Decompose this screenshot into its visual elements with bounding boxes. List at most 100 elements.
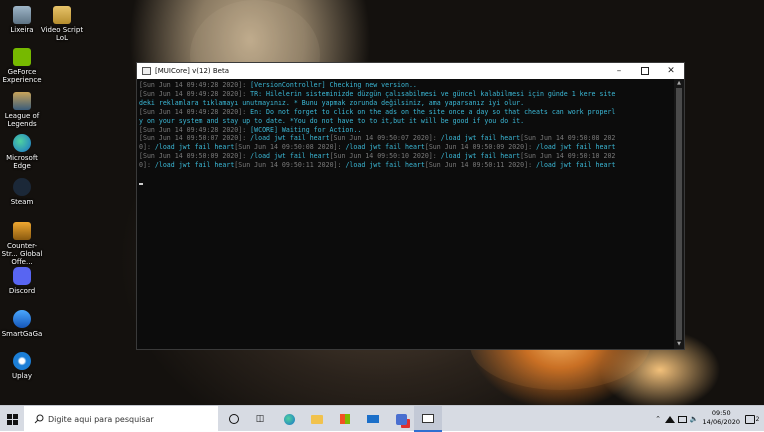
log-message: /load jwt fail heart xyxy=(154,161,235,170)
log-message: /load jwt fail heart xyxy=(440,134,521,143)
log-timestamp: [Sun Jun 14 09:49:28 2020]: xyxy=(139,107,251,116)
console-scrollbar[interactable]: ▲ ▼ xyxy=(674,79,684,349)
log-timestamp: [Sun Jun 14 09:50:08 202 xyxy=(520,134,616,143)
mail-icon xyxy=(367,415,379,423)
tray-overflow-button[interactable]: ⌃ xyxy=(652,406,664,432)
minimize-icon: – xyxy=(616,66,622,76)
search-placeholder: Digite aqui para pesquisar xyxy=(48,414,154,424)
tray-action[interactable] xyxy=(676,406,688,432)
tray-network[interactable] xyxy=(664,406,676,432)
console-cursor xyxy=(139,183,143,186)
log-timestamp: [Sun Jun 14 09:50:08 2020]: xyxy=(234,143,346,152)
close-button[interactable]: ✕ xyxy=(658,63,684,79)
task-view-icon: ◫ xyxy=(255,414,265,424)
uplay-icon xyxy=(13,352,31,370)
maximize-button[interactable] xyxy=(632,63,658,79)
taskbar: Digite aqui para pesquisar ◫ ⌃ 🔈 09:50 1… xyxy=(0,405,764,432)
cortana-icon xyxy=(229,414,239,424)
taskbar-mail[interactable] xyxy=(360,406,386,432)
log-message: /load jwt fail heart xyxy=(345,143,425,152)
log-message: /load jwt fail heart xyxy=(440,152,521,161)
recycle-bin-icon xyxy=(13,6,31,24)
windows-icon xyxy=(6,413,18,425)
scroll-up-icon[interactable]: ▲ xyxy=(674,79,684,88)
notification-count: 2 xyxy=(755,415,760,423)
geforce-icon xyxy=(13,48,31,66)
desktop-icon-discord[interactable]: Discord xyxy=(0,267,44,295)
cortana-button[interactable] xyxy=(222,406,246,432)
log-timestamp: [Sun Jun 14 09:50:07 2020]: xyxy=(329,134,441,143)
console-output[interactable]: [Sun Jun 14 09:49:28 2020]: [VersionCont… xyxy=(137,79,674,349)
console-window[interactable]: [MUICore] v(12) Beta – ✕ [Sun Jun 14 09:… xyxy=(136,62,685,350)
window-titlebar[interactable]: [MUICore] v(12) Beta – ✕ xyxy=(137,63,684,79)
chevron-up-icon: ⌃ xyxy=(655,415,661,423)
tray-volume[interactable]: 🔈 xyxy=(688,406,700,432)
console-line: [Sun Jun 14 09:49:28 2020]: [VersionCont… xyxy=(139,81,672,90)
search-icon xyxy=(34,414,44,424)
log-message: y on your system and stay up to date. *Y… xyxy=(139,116,525,125)
desktop-icon-steam[interactable]: Steam xyxy=(0,178,44,206)
start-button[interactable] xyxy=(0,406,24,432)
taskbar-file-explorer[interactable] xyxy=(304,406,330,432)
taskbar-edge[interactable] xyxy=(276,406,302,432)
log-message: TR: Hilelerin sisteminizde düzgün çalısa… xyxy=(250,89,616,98)
log-timestamp: [Sun Jun 14 09:50:10 202 xyxy=(520,152,616,161)
close-icon: ✕ xyxy=(667,66,675,76)
log-message: /load jwt fail heart xyxy=(345,161,425,170)
console-line: [Sun Jun 14 09:49:28 2020]: TR: Hileleri… xyxy=(139,90,672,99)
log-message: [WCORE] Waiting for Action.. xyxy=(250,125,362,134)
store-icon xyxy=(340,414,350,424)
log-timestamp: [Sun Jun 14 09:50:09 2020]: xyxy=(424,143,537,152)
console-line: 0]: /load jwt fail heart[Sun Jun 14 09:5… xyxy=(139,143,672,152)
desktop-icon-video-script[interactable]: Video Script LoL xyxy=(40,6,84,42)
folder-icon xyxy=(311,414,323,424)
csgo-icon xyxy=(13,222,31,240)
speaker-icon: 🔈 xyxy=(689,415,699,423)
log-timestamp: 0]: xyxy=(139,161,155,170)
console-line: [Sun Jun 14 09:50:09 2020]: /load jwt fa… xyxy=(139,152,672,161)
maximize-icon xyxy=(641,67,649,75)
desktop-icon-csgo[interactable]: Counter-Str... Global Offe... xyxy=(0,222,44,266)
clock-time: 09:50 xyxy=(711,409,731,417)
taskbar-clock[interactable]: 09:50 14/06/2020 xyxy=(703,409,740,427)
window-title: [MUICore] v(12) Beta xyxy=(155,67,229,75)
log-timestamp: [Sun Jun 14 09:50:11 2020]: xyxy=(424,161,537,170)
smartgaga-icon xyxy=(13,310,31,328)
notification-button[interactable]: 2 xyxy=(740,406,764,432)
desktop-icon-uplay[interactable]: Uplay xyxy=(0,352,44,380)
edge-icon xyxy=(13,134,31,152)
taskbar-console-active[interactable] xyxy=(414,406,442,432)
log-message: En: Do not forget to click on the ads on… xyxy=(250,107,616,116)
console-icon xyxy=(422,413,434,423)
log-timestamp: [Sun Jun 14 09:50:11 2020]: xyxy=(234,161,346,170)
console-line: [Sun Jun 14 09:49:28 2020]: En: Do not f… xyxy=(139,108,672,117)
taskbar-search-input[interactable]: Digite aqui para pesquisar xyxy=(24,406,218,432)
desktop-icon-geforce[interactable]: GeForce Experience xyxy=(0,48,44,84)
log-message: deki reklamlara tıklamayı unutmayınız. *… xyxy=(139,98,525,107)
log-timestamp: [Sun Jun 14 09:49:28 2020]: xyxy=(139,81,251,89)
scrollbar-thumb[interactable] xyxy=(676,88,682,340)
steam-icon xyxy=(13,178,31,196)
console-line: deki reklamlara tıklamayı unutmayınız. *… xyxy=(139,99,672,108)
log-timestamp: [Sun Jun 14 09:50:10 2020]: xyxy=(329,152,441,161)
console-line: [Sun Jun 14 09:50:07 2020]: /load jwt fa… xyxy=(139,134,672,143)
desktop-icon-lixeira[interactable]: Lixeira xyxy=(0,6,44,34)
league-icon xyxy=(13,92,31,110)
taskbar-app-badge[interactable] xyxy=(388,406,414,432)
desktop-icon-edge[interactable]: Microsoft Edge xyxy=(0,134,44,170)
taskbar-store[interactable] xyxy=(332,406,358,432)
task-view-button[interactable]: ◫ xyxy=(248,406,272,432)
log-message: /load jwt fail heart xyxy=(154,143,235,152)
notification-icon xyxy=(744,414,755,424)
log-message: /load jwt fail heart xyxy=(536,143,616,152)
wifi-icon xyxy=(665,415,675,423)
edge-icon xyxy=(283,413,295,425)
log-message: /load jwt fail heart xyxy=(536,161,616,170)
minimize-button[interactable]: – xyxy=(606,63,632,79)
console-line: y on your system and stay up to date. *Y… xyxy=(139,117,672,126)
console-app-icon xyxy=(142,67,151,75)
desktop-icon-smartgaga[interactable]: SmartGaGa xyxy=(0,310,44,338)
desktop-icon-league[interactable]: League of Legends xyxy=(0,92,44,128)
scroll-down-icon[interactable]: ▼ xyxy=(674,340,684,349)
monitor-icon xyxy=(677,415,687,423)
